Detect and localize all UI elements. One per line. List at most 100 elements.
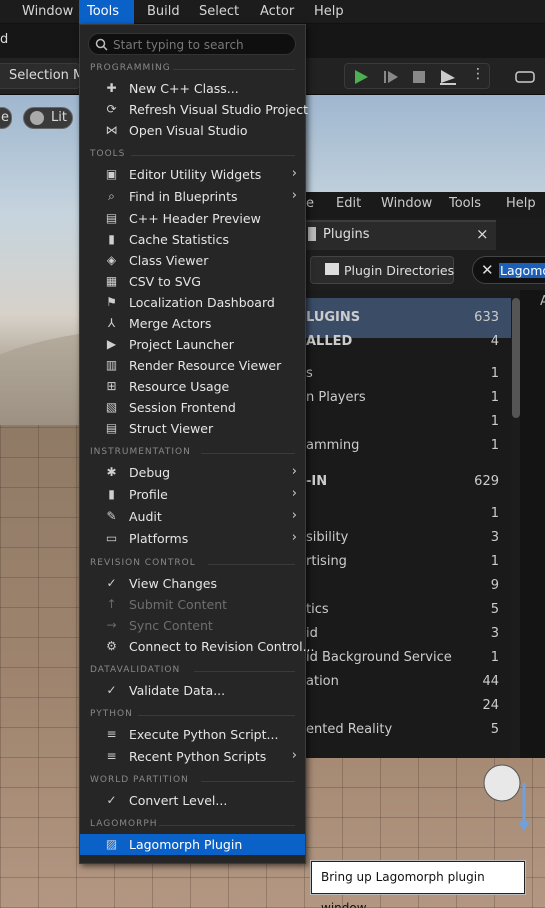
category-scrollbar[interactable] (512, 298, 520, 418)
pw-menu-help[interactable]: Help (506, 196, 536, 211)
selection-mode-button[interactable]: Selection Mo (0, 63, 92, 89)
plugin-directories-button[interactable]: Plugin Directories (310, 256, 454, 284)
menu-select[interactable]: Select (191, 0, 247, 24)
menu-tools[interactable]: Tools (79, 0, 134, 24)
menu-item-class-viewer[interactable]: ◈ Class Viewer (80, 250, 305, 271)
category-row[interactable]: s1 (306, 362, 511, 386)
category-row[interactable]: id Background Service 1 (306, 646, 511, 670)
menu-divider (194, 671, 295, 672)
category-count: 9 (490, 578, 499, 593)
category-row[interactable]: 1 (306, 410, 511, 434)
menu-item-struct-viewer[interactable]: ▤ Struct Viewer (80, 418, 305, 439)
menu-item-merge-actors[interactable]: ⅄ Merge Actors (80, 313, 305, 334)
pw-menu-file[interactable]: e (306, 196, 314, 211)
more-options-icon[interactable]: ⋮ (471, 66, 485, 82)
menu-item-render-resource-viewer[interactable]: ▥ Render Resource Viewer (80, 355, 305, 376)
play-icon[interactable] (353, 69, 369, 85)
category-label: ALLED (306, 334, 353, 349)
menu-item-resource-usage[interactable]: ⊞ Resource Usage (80, 376, 305, 397)
validate-icon: ✓ (106, 683, 117, 697)
stop-icon[interactable] (411, 69, 427, 85)
category-row[interactable]: tics 5 (306, 598, 511, 622)
search-icon (95, 38, 108, 51)
lagomorph-icon: ▨ (105, 837, 118, 851)
category-row[interactable]: id 3 (306, 622, 511, 646)
lit-button[interactable]: Lit (23, 107, 73, 129)
category-label: sibility (306, 530, 349, 545)
refresh-icon: ⟳ (106, 102, 117, 116)
category-row[interactable]: ation 44 (306, 670, 511, 694)
details-column-header: A (540, 294, 545, 309)
menu-search-box[interactable] (88, 33, 296, 55)
menu-actor[interactable]: Actor (252, 0, 302, 24)
menu-item-c-header-preview[interactable]: ▤ C++ Header Preview (80, 208, 305, 229)
menu-help[interactable]: Help (306, 0, 352, 24)
menu-item-label: New C++ Class... (129, 81, 239, 96)
menu-item-connect-to-revision-control[interactable]: ⚙ Connect to Revision Control... (80, 636, 314, 657)
menu-item-open-visual-studio[interactable]: ⋈ Open Visual Studio (80, 120, 305, 141)
menu-item-label: Localization Dashboard (129, 295, 275, 310)
category-row[interactable]: rtising 1 (306, 550, 511, 574)
plugins-menu-bar: e Edit Window Tools Help (306, 192, 545, 218)
clear-search-icon[interactable]: ✕ (481, 261, 494, 279)
python-icon: ≡ (106, 727, 117, 741)
category-row[interactable]: n Players 1 (306, 386, 511, 410)
pw-menu-edit[interactable]: Edit (336, 196, 361, 211)
menu-item-label: Connect to Revision Control... (129, 639, 315, 654)
menu-section-title: TOOLS (90, 149, 126, 159)
menu-item-session-frontend[interactable]: ▧ Session Frontend (80, 397, 305, 418)
menu-item-convert-level[interactable]: ✓ Convert Level... (80, 790, 305, 811)
menu-item-localization-dashboard[interactable]: ⚑ Localization Dashboard (80, 292, 305, 313)
category-row[interactable]: amming 1 (306, 434, 511, 458)
menu-item-validate-data[interactable]: ✓ Validate Data... (80, 680, 305, 701)
chart-icon: ▮ (108, 232, 115, 246)
category-row[interactable]: ALLED 4 (306, 330, 511, 354)
plugins-tab-title: Plugins (323, 227, 370, 242)
menu-section-title: REVISION CONTROL (90, 558, 196, 568)
menu-section-title: LAGOMORPH (90, 819, 158, 829)
find-icon: ⌕ (108, 189, 115, 203)
menu-item-project-launcher[interactable]: ▶ Project Launcher (80, 334, 305, 355)
class-icon: ◈ (106, 253, 117, 267)
step-icon[interactable] (383, 69, 399, 85)
category-row[interactable]: 1 (306, 502, 511, 526)
plugins-tab[interactable]: Plugins × (306, 220, 496, 250)
menu-window[interactable]: Window (14, 0, 81, 24)
eject-icon[interactable] (439, 69, 457, 85)
menu-search-input[interactable] (113, 37, 291, 52)
menu-build[interactable]: Build (139, 0, 188, 24)
chevron-right-icon: › (291, 530, 297, 545)
menu-item-audit[interactable]: ✎ Audit › (80, 506, 305, 527)
menu-item-submit-content: ↑ Submit Content (80, 594, 305, 615)
category-row[interactable]: 9 (306, 574, 511, 598)
menu-item-find-in-blueprints[interactable]: ⌕ Find in Blueprints › (80, 186, 305, 207)
menu-item-label: Session Frontend (129, 400, 236, 415)
category-row[interactable]: -IN 629 (306, 470, 511, 494)
category-row[interactable]: ented Reality 5 (306, 718, 511, 742)
category-row[interactable]: 24 (306, 694, 511, 718)
pw-menu-tools[interactable]: Tools (449, 196, 481, 211)
gizmo-icon[interactable] (462, 763, 545, 831)
menu-item-platforms[interactable]: ▭ Platforms › (80, 528, 305, 549)
category-row[interactable]: sibility 3 (306, 526, 511, 550)
menu-item-profile[interactable]: ▮ Profile › (80, 484, 305, 505)
menu-item-execute-python-script[interactable]: ≡ Execute Python Script... (80, 724, 305, 745)
menu-item-label: Cache Statistics (129, 232, 229, 247)
menu-item-editor-utility-widgets[interactable]: ▣ Editor Utility Widgets › (80, 164, 305, 185)
menu-item-lagomorph-plugin[interactable]: ▨ Lagomorph Plugin (80, 834, 305, 855)
menu-item-csv-to-svg[interactable]: ▦ CSV to SVG (80, 271, 305, 292)
pw-menu-window[interactable]: Window (381, 196, 432, 211)
menu-item-new-c-class[interactable]: ✚ New C++ Class... (80, 78, 305, 99)
menu-item-cache-statistics[interactable]: ▮ Cache Statistics (80, 229, 305, 250)
plugins-search-input[interactable]: ✕ Lagomorph (472, 256, 545, 284)
menu-item-label: Sync Content (129, 618, 213, 633)
menu-item-refresh-visual-studio-project[interactable]: ⟳ Refresh Visual Studio Project (80, 99, 308, 120)
menu-item-debug[interactable]: ✱ Debug › (80, 462, 305, 483)
category-count: 1 (490, 414, 499, 429)
menu-item-recent-python-scripts[interactable]: ≡ Recent Python Scripts › (80, 746, 305, 767)
menu-item-view-changes[interactable]: ✓ View Changes (80, 573, 305, 594)
close-icon[interactable]: × (476, 225, 489, 243)
category-label: n Players (306, 390, 366, 405)
platforms-toolbar-icon[interactable] (515, 70, 535, 84)
category-count: 1 (490, 650, 499, 665)
